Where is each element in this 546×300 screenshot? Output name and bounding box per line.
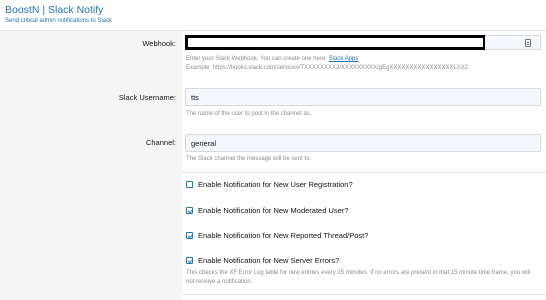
slack-username-input[interactable] (185, 88, 541, 106)
clipboard-icon[interactable] (525, 39, 531, 47)
channel-hint: The Slack channel the message will be se… (186, 156, 312, 162)
channel-label: Channel: (145, 138, 176, 147)
webhook-input[interactable] (185, 35, 485, 50)
webhook-label: Webhook: (142, 39, 176, 48)
webhook-input-end[interactable] (485, 35, 541, 50)
slack-apps-link[interactable]: Slack Apps (329, 56, 359, 62)
checkbox-new-user-registration[interactable] (186, 180, 193, 188)
checkbox-new-reported-thread[interactable] (186, 231, 193, 239)
divider (182, 294, 546, 295)
slack-username-hint: The name of the user to post in the chan… (186, 111, 312, 117)
checkbox-new-server-errors[interactable] (186, 256, 193, 264)
divider (182, 172, 546, 173)
option-new-moderated-user[interactable]: Enable Notification for New Moderated Us… (186, 205, 349, 215)
webhook-input-value (188, 38, 483, 47)
page-header: BoostN | Slack Notify Send critical admi… (0, 0, 546, 31)
checkbox-new-moderated-user[interactable] (186, 206, 193, 214)
webhook-hint: Enter your Slack Webhook. You can create… (186, 56, 359, 62)
page-description: Send critical admin notifications to Sla… (5, 18, 113, 24)
page-title: BoostN | Slack Notify (5, 4, 104, 16)
option-new-reported-thread[interactable]: Enable Notification for New Reported Thr… (186, 230, 368, 240)
option-new-user-registration[interactable]: Enable Notification for New User Registr… (186, 179, 353, 189)
slack-username-label: Slack Username: (118, 93, 176, 102)
channel-input[interactable] (185, 134, 541, 152)
webhook-example: Example: https://hooks.slack.com/service… (186, 65, 469, 71)
option-new-server-errors[interactable]: Enable Notification for New Server Error… (186, 255, 339, 265)
server-errors-hint: This checks the XF Error Log table for n… (186, 270, 531, 285)
